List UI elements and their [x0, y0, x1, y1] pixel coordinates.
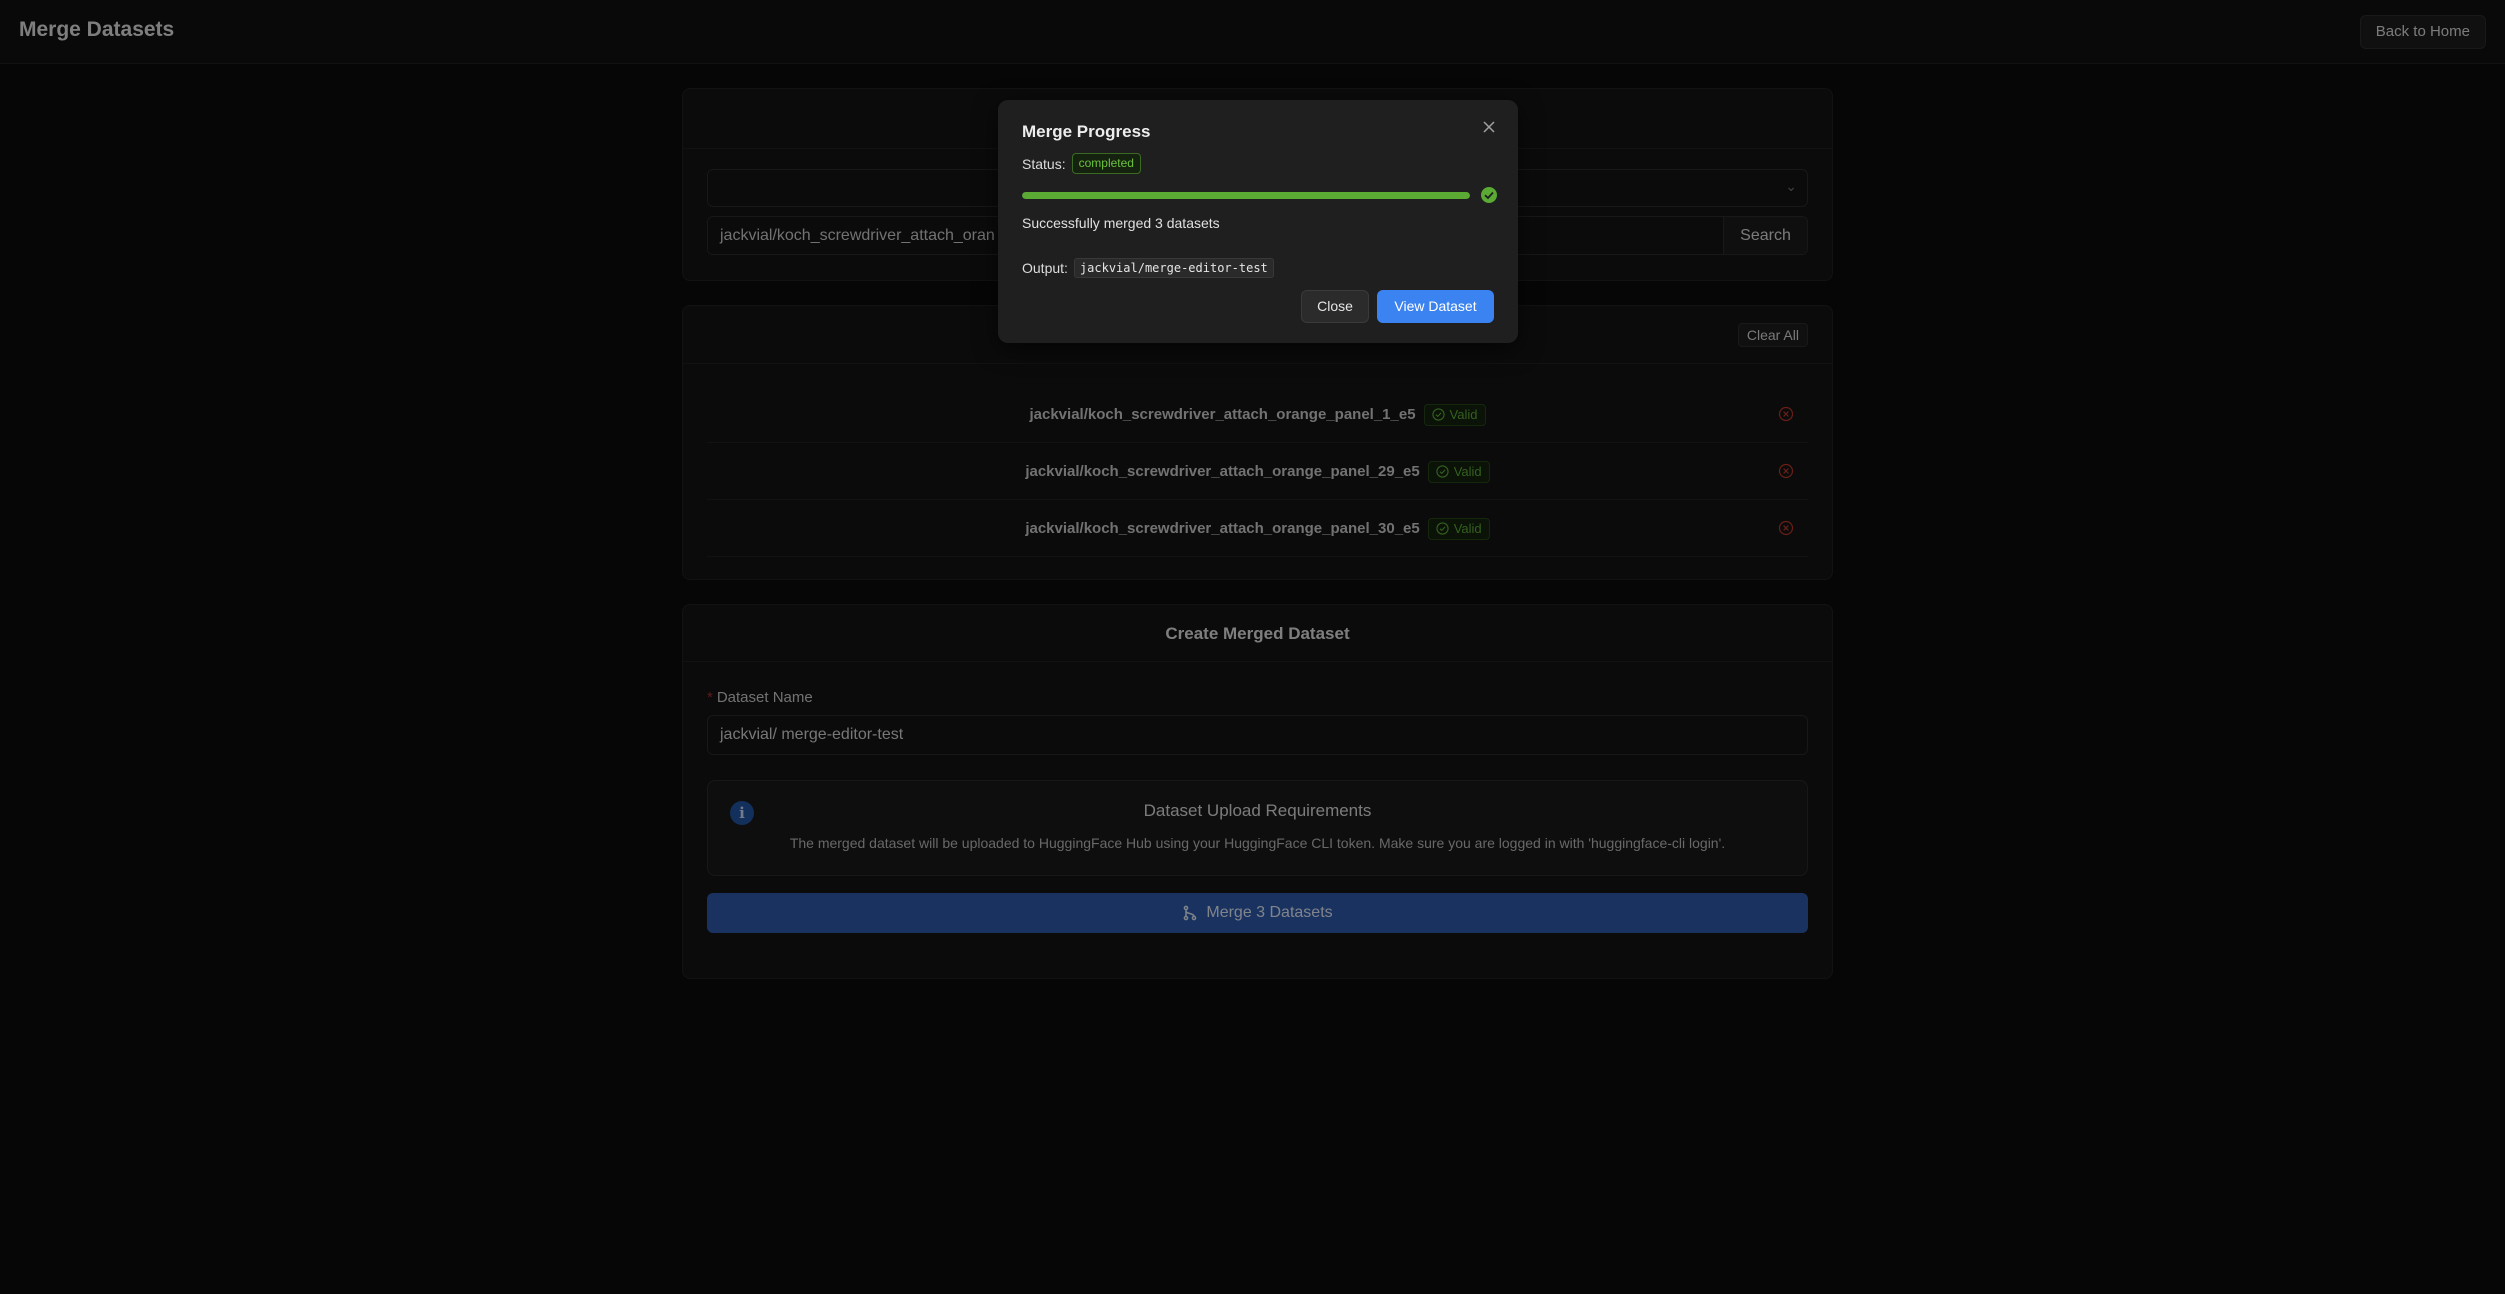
modal-close-button[interactable]: Close	[1301, 290, 1369, 323]
modal-title: Merge Progress	[1022, 122, 1151, 141]
output-row: Output: jackvial/merge-editor-test	[1022, 258, 1274, 278]
progress-bar	[1022, 192, 1470, 199]
status-row: Status: completed	[1022, 153, 1141, 174]
output-path: jackvial/merge-editor-test	[1073, 258, 1274, 278]
output-label: Output:	[1022, 260, 1068, 276]
close-icon[interactable]	[1480, 118, 1498, 136]
progress-fill	[1022, 192, 1470, 199]
view-dataset-button[interactable]: View Dataset	[1377, 290, 1494, 323]
merge-result-message: Successfully merged 3 datasets	[1022, 215, 1220, 231]
status-label: Status:	[1022, 155, 1066, 172]
status-badge: completed	[1071, 153, 1141, 174]
check-circle-filled-icon	[1481, 187, 1497, 203]
merge-progress-modal: Merge Progress Status: completed Success…	[998, 100, 1518, 343]
